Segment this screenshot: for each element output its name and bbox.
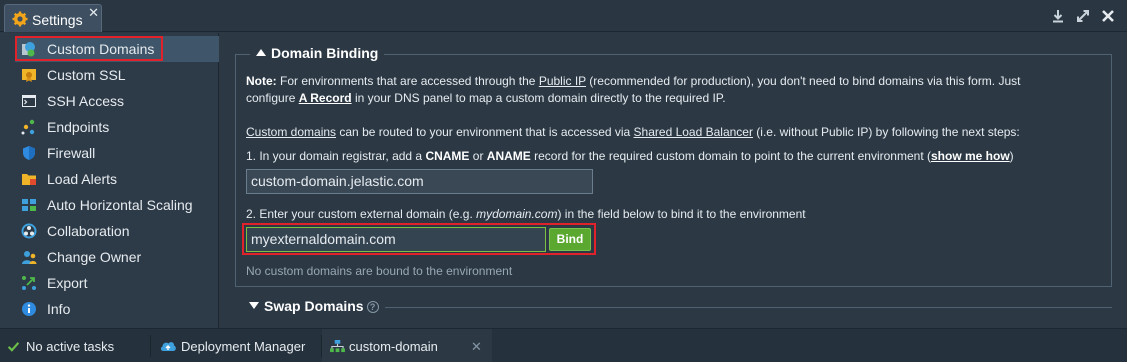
environment-tab-label: custom-domain [349, 339, 438, 354]
export-icon [22, 276, 36, 290]
step-text: ) [1009, 149, 1014, 163]
cloud-upload-icon [160, 342, 176, 351]
step-text: record for the required custom domain to… [530, 149, 931, 163]
environment-icon [330, 340, 345, 353]
deployment-manager-tab[interactable]: Deployment Manager [151, 329, 321, 362]
sidebar-item-load-alerts[interactable]: Load Alerts [15, 166, 219, 192]
highlight-box [15, 36, 163, 61]
cname-label: CNAME [425, 149, 470, 163]
example-domain: mydomain.com [476, 207, 558, 221]
sidebar-item-label: Load Alerts [47, 171, 118, 187]
settings-main-panel: Domain Binding Note: For environments th… [220, 33, 1127, 328]
sidebar-item-label: Endpoints [47, 119, 110, 135]
expand-icon[interactable] [1075, 8, 1091, 24]
divider [385, 307, 1112, 308]
sidebar-item-firewall[interactable]: Firewall [15, 140, 219, 166]
sidebar-item-label: Info [47, 301, 71, 317]
settings-window: Settings ✕ Custom Domains Custom SSL SSH… [0, 0, 1127, 362]
check-icon [7, 342, 20, 352]
tab-close-icon[interactable]: ✕ [88, 5, 99, 21]
note-text: (recommended for production), you don't … [585, 74, 1021, 88]
terminal-icon [22, 95, 36, 107]
shared-load-balancer-link[interactable]: Shared Load Balancer [634, 125, 753, 139]
custom-domains-link[interactable]: Custom domains [246, 125, 336, 139]
step-text: or [469, 149, 487, 163]
custom-domain-input[interactable]: myexternaldomain.com [246, 227, 546, 252]
sidebar-item-ssh-access[interactable]: SSH Access [15, 88, 219, 114]
show-me-how-link[interactable]: show me how [931, 149, 1010, 163]
gear-icon [12, 11, 28, 27]
public-ip-link[interactable]: Public IP [539, 74, 586, 88]
sidebar-item-label: Auto Horizontal Scaling [47, 197, 193, 213]
a-record-link[interactable]: A Record [299, 91, 352, 105]
note-text: in your DNS panel to map a custom domain… [351, 91, 726, 105]
owner-icon [22, 251, 37, 264]
shield-icon [23, 146, 35, 160]
routing-text-part: (i.e. without Public IP) by following th… [752, 125, 1020, 139]
folder-alert-icon [22, 174, 36, 185]
bind-button[interactable]: Bind [549, 228, 591, 251]
tasks-status[interactable]: No active tasks [0, 329, 150, 362]
close-icon[interactable]: ✕ [471, 339, 482, 355]
status-bar: No active tasks Deployment Manager custo… [0, 328, 1127, 362]
step-text: ) in the field below to bind it to the e… [557, 207, 806, 221]
collaboration-icon [21, 223, 37, 239]
sidebar-item-info[interactable]: Info [15, 296, 219, 322]
help-icon[interactable]: ? [366, 301, 379, 313]
collapse-triangle-icon [256, 49, 266, 56]
note-label: Note: [246, 74, 277, 88]
sidebar-item-label: Firewall [47, 145, 96, 161]
aname-label: ANAME [486, 149, 531, 163]
tab-settings[interactable]: Settings ✕ [4, 4, 102, 32]
step-text: 2. Enter your custom external domain (e.… [246, 207, 477, 221]
tab-title: Settings [32, 12, 83, 28]
sidebar-item-label: Custom SSL [47, 67, 126, 83]
cname-target-field[interactable]: custom-domain.jelastic.com [246, 169, 593, 194]
domain-binding-panel: Domain Binding Note: For environments th… [235, 45, 1112, 287]
empty-domains-message: No custom domains are bound to the envir… [246, 264, 513, 278]
sidebar-item-export[interactable]: Export [15, 270, 219, 296]
note-line-1: Note: For environments that are accessed… [246, 73, 1020, 90]
sidebar-item-custom-ssl[interactable]: Custom SSL [15, 62, 219, 88]
certificate-icon [22, 69, 36, 82]
expand-triangle-icon [249, 302, 259, 309]
domain-binding-header[interactable]: Domain Binding [250, 45, 385, 61]
note-text: configure [246, 91, 299, 105]
sidebar-item-endpoints[interactable]: Endpoints [15, 114, 219, 140]
swap-domains-header[interactable]: Swap Domains? [249, 298, 379, 314]
sidebar-item-label: Export [47, 275, 88, 291]
window-tabbar: Settings ✕ [0, 0, 1127, 32]
sidebar-item-label: SSH Access [47, 93, 125, 109]
note-line-2: configure A Record in your DNS panel to … [246, 90, 726, 107]
info-icon [22, 302, 36, 316]
environment-tab-custom-domain[interactable]: custom-domain ✕ [322, 329, 492, 362]
swap-domains-title: Swap Domains [264, 298, 364, 314]
deployment-manager-label: Deployment Manager [181, 339, 306, 354]
sidebar-item-label: Change Owner [47, 249, 142, 265]
routing-text: Custom domains can be routed to your env… [246, 124, 1020, 141]
scaling-icon [22, 199, 36, 211]
sidebar-item-auto-horizontal-scaling[interactable]: Auto Horizontal Scaling [15, 192, 219, 218]
settings-sidebar: Custom Domains Custom SSL SSH Access End… [0, 33, 219, 328]
download-icon[interactable] [1050, 8, 1066, 24]
swap-domains-section: Swap Domains? [235, 297, 1112, 319]
step-text: 1. In your domain registrar, add a [246, 149, 426, 163]
endpoints-icon [21, 119, 35, 135]
step-1-text: 1. In your domain registrar, add a CNAME… [246, 148, 1014, 165]
sidebar-item-change-owner[interactable]: Change Owner [15, 244, 219, 270]
sidebar-item-collaboration[interactable]: Collaboration [15, 218, 219, 244]
step-2-text: 2. Enter your custom external domain (e.… [246, 206, 806, 223]
sidebar-item-label: Collaboration [47, 223, 130, 239]
note-text: For environments that are accessed throu… [276, 74, 539, 88]
tasks-label: No active tasks [26, 339, 115, 354]
domain-binding-title: Domain Binding [271, 45, 379, 61]
routing-text-part: can be routed to your environment that i… [336, 125, 634, 139]
close-icon[interactable] [1100, 8, 1116, 24]
